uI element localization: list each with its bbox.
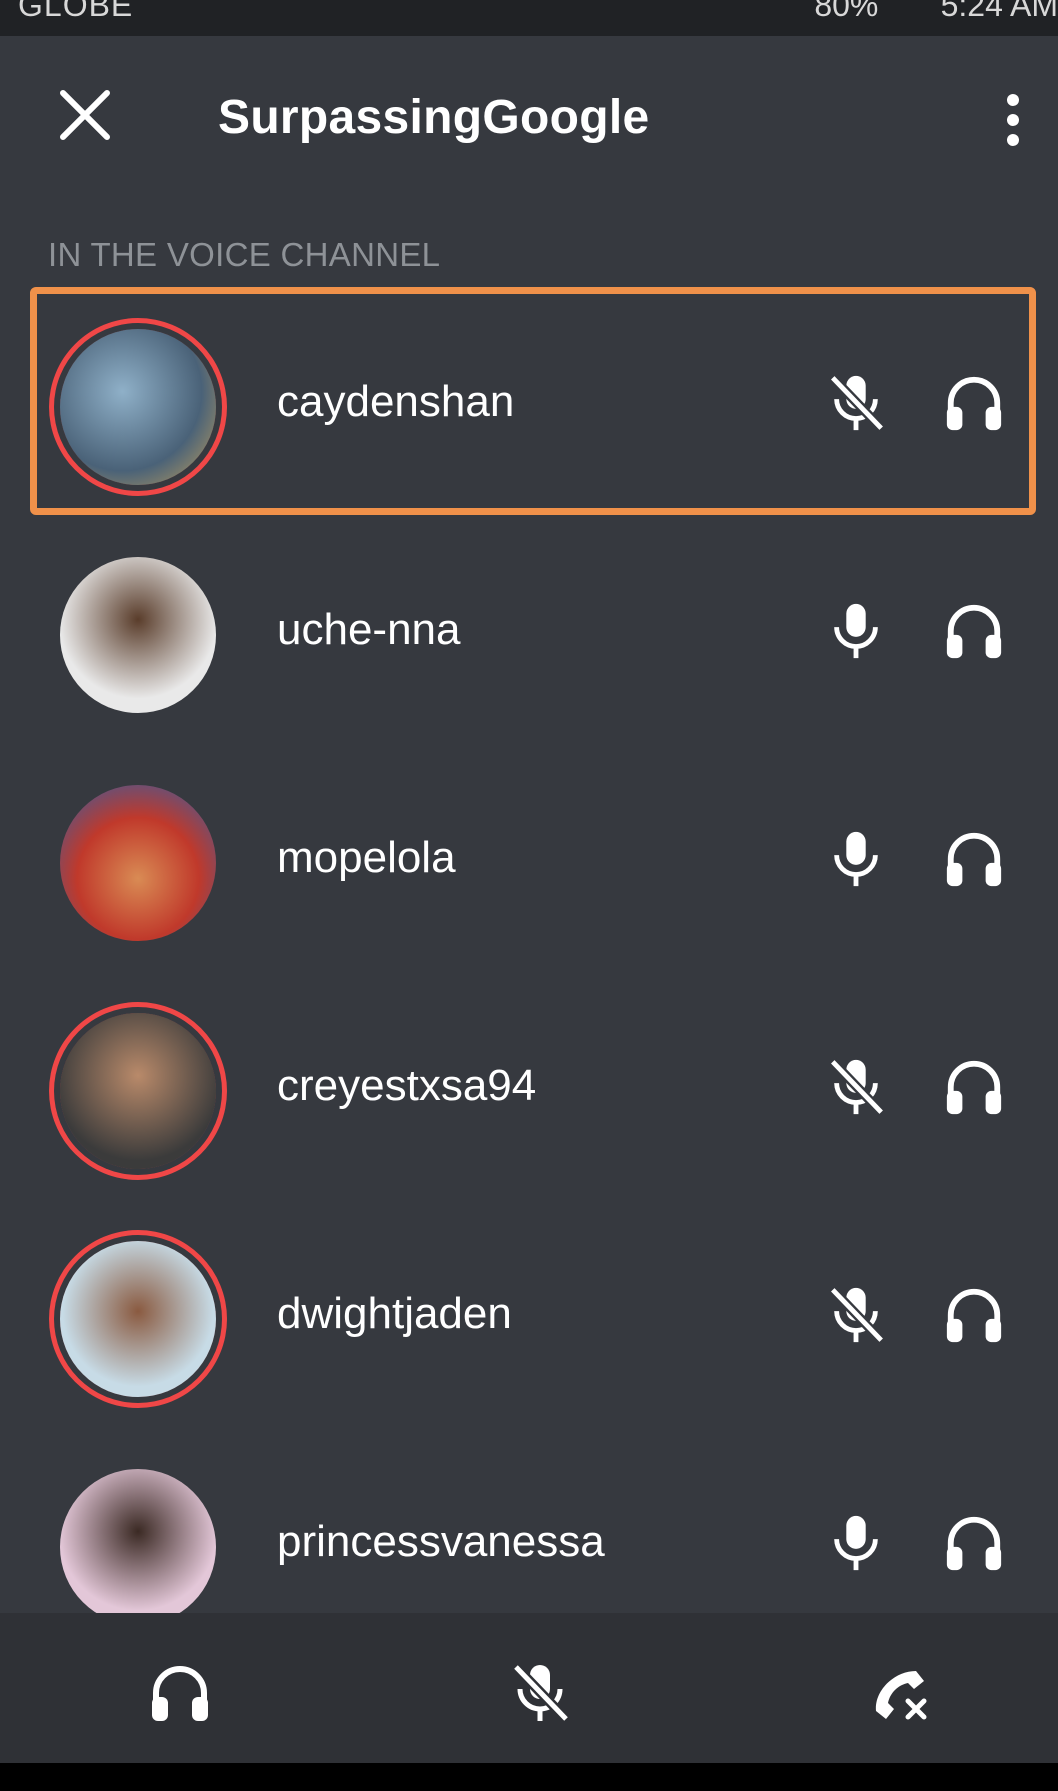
clock: 5:24 AM [940, 0, 1058, 23]
mic-muted-icon [512, 1663, 570, 1723]
mic-icon [825, 1512, 887, 1574]
username: caydenshan [277, 377, 515, 426]
username: uche-nna [277, 605, 461, 654]
more-vertical-icon [1007, 94, 1019, 146]
headset-icon [943, 1056, 1005, 1118]
participant-row[interactable]: mopelola [30, 743, 1036, 971]
username: dwightjaden [277, 1289, 512, 1338]
close-button[interactable] [55, 85, 115, 145]
username: creyestxsa94 [277, 1061, 537, 1110]
username: princessvanessa [277, 1517, 605, 1566]
deafen-button[interactable] [148, 1661, 212, 1725]
page-title: SurpassingGoogle [218, 91, 650, 144]
bottom-controls [0, 1613, 1058, 1763]
mic-muted-icon [825, 1056, 887, 1118]
mic-icon [825, 600, 887, 662]
username: mopelola [277, 833, 456, 882]
participant-row[interactable]: dwightjaden [30, 1199, 1036, 1427]
headset-icon [943, 372, 1005, 434]
system-nav-strip [0, 1763, 1058, 1791]
carrier-label: GLOBE [18, 0, 134, 23]
avatar[interactable] [60, 329, 216, 485]
avatar[interactable] [60, 557, 216, 713]
headset-icon [943, 1284, 1005, 1346]
avatar[interactable] [60, 1013, 216, 1169]
participant-row[interactable]: creyestxsa94 [30, 971, 1036, 1199]
more-options-button[interactable] [995, 90, 1031, 150]
status-bar: GLOBE 80% 5:24 AM [0, 0, 1058, 36]
disconnect-call-icon [875, 1671, 927, 1720]
headset-icon [943, 828, 1005, 890]
headset-icon [152, 1666, 208, 1721]
mute-button[interactable] [508, 1661, 572, 1725]
mic-muted-icon [825, 1284, 887, 1346]
section-label: IN THE VOICE CHANNEL [48, 236, 441, 273]
battery-percent: 80% [814, 0, 879, 23]
headset-icon [943, 600, 1005, 662]
headset-icon [943, 1512, 1005, 1574]
close-icon [60, 90, 110, 140]
participant-row[interactable]: uche-nna [30, 515, 1036, 743]
mic-muted-icon [825, 372, 887, 434]
avatar[interactable] [60, 1241, 216, 1397]
participant-row[interactable]: caydenshan [30, 287, 1036, 515]
mic-icon [825, 828, 887, 890]
avatar[interactable] [60, 785, 216, 941]
avatar[interactable] [60, 1469, 216, 1625]
disconnect-button[interactable] [868, 1661, 932, 1725]
